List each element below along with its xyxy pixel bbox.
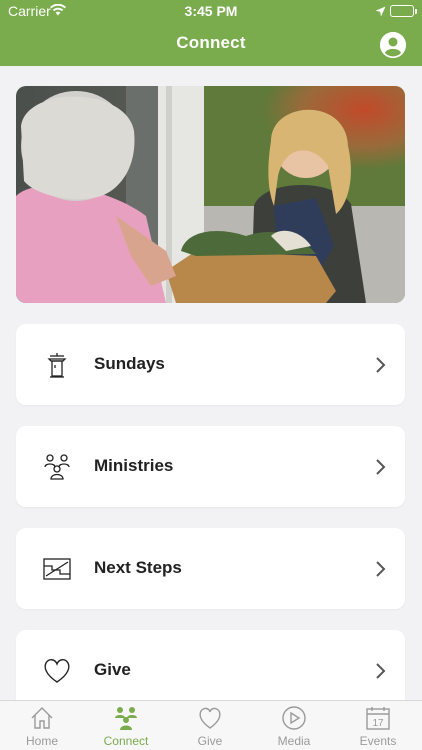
location-arrow-icon bbox=[375, 4, 386, 20]
card-give[interactable]: Give bbox=[16, 630, 405, 711]
card-label: Give bbox=[94, 660, 131, 679]
tab-connect[interactable]: Connect bbox=[84, 701, 168, 750]
top-bar: Carrier 3:45 PM Connect bbox=[0, 0, 422, 66]
hero-image bbox=[16, 86, 405, 303]
battery-icon bbox=[390, 5, 417, 17]
card-label: Next Steps bbox=[94, 558, 182, 577]
pulpit-icon bbox=[47, 353, 67, 378]
play-circle-icon bbox=[282, 706, 306, 730]
chevron-right-icon bbox=[376, 459, 386, 475]
tab-label: Give bbox=[197, 734, 223, 748]
tab-label: Media bbox=[277, 734, 311, 748]
tab-label: Events bbox=[359, 734, 397, 748]
card-sundays[interactable]: Sundays bbox=[16, 324, 405, 405]
tab-events[interactable]: 17 Events bbox=[336, 701, 420, 750]
profile-button[interactable] bbox=[380, 32, 406, 58]
user-icon bbox=[380, 32, 406, 58]
tab-label: Connect bbox=[103, 734, 149, 748]
calendar-day-label: 17 bbox=[372, 718, 384, 729]
tab-home[interactable]: Home bbox=[0, 701, 84, 750]
people-group-icon bbox=[115, 707, 137, 730]
chevron-right-icon bbox=[376, 663, 386, 679]
people-group-icon bbox=[44, 454, 70, 480]
tab-bar: Home Connect Give Media 17 Events bbox=[0, 700, 422, 750]
status-time: 3:45 PM bbox=[184, 3, 238, 19]
card-label: Sundays bbox=[94, 354, 165, 373]
card-label: Ministries bbox=[94, 456, 174, 475]
calendar-icon: 17 bbox=[366, 707, 390, 730]
stairs-icon bbox=[43, 558, 71, 580]
heart-icon bbox=[199, 707, 221, 729]
chevron-right-icon bbox=[376, 561, 386, 577]
tab-give[interactable]: Give bbox=[168, 701, 252, 750]
chevron-right-icon bbox=[376, 357, 386, 373]
heart-icon bbox=[44, 659, 70, 683]
card-ministries[interactable]: Ministries bbox=[16, 426, 405, 507]
page-title: Connect bbox=[176, 33, 246, 52]
status-bar: Carrier 3:45 PM bbox=[0, 0, 422, 22]
home-icon bbox=[31, 707, 53, 729]
tab-label: Home bbox=[25, 734, 58, 748]
card-next-steps[interactable]: Next Steps bbox=[16, 528, 405, 609]
tab-media[interactable]: Media bbox=[252, 701, 336, 750]
